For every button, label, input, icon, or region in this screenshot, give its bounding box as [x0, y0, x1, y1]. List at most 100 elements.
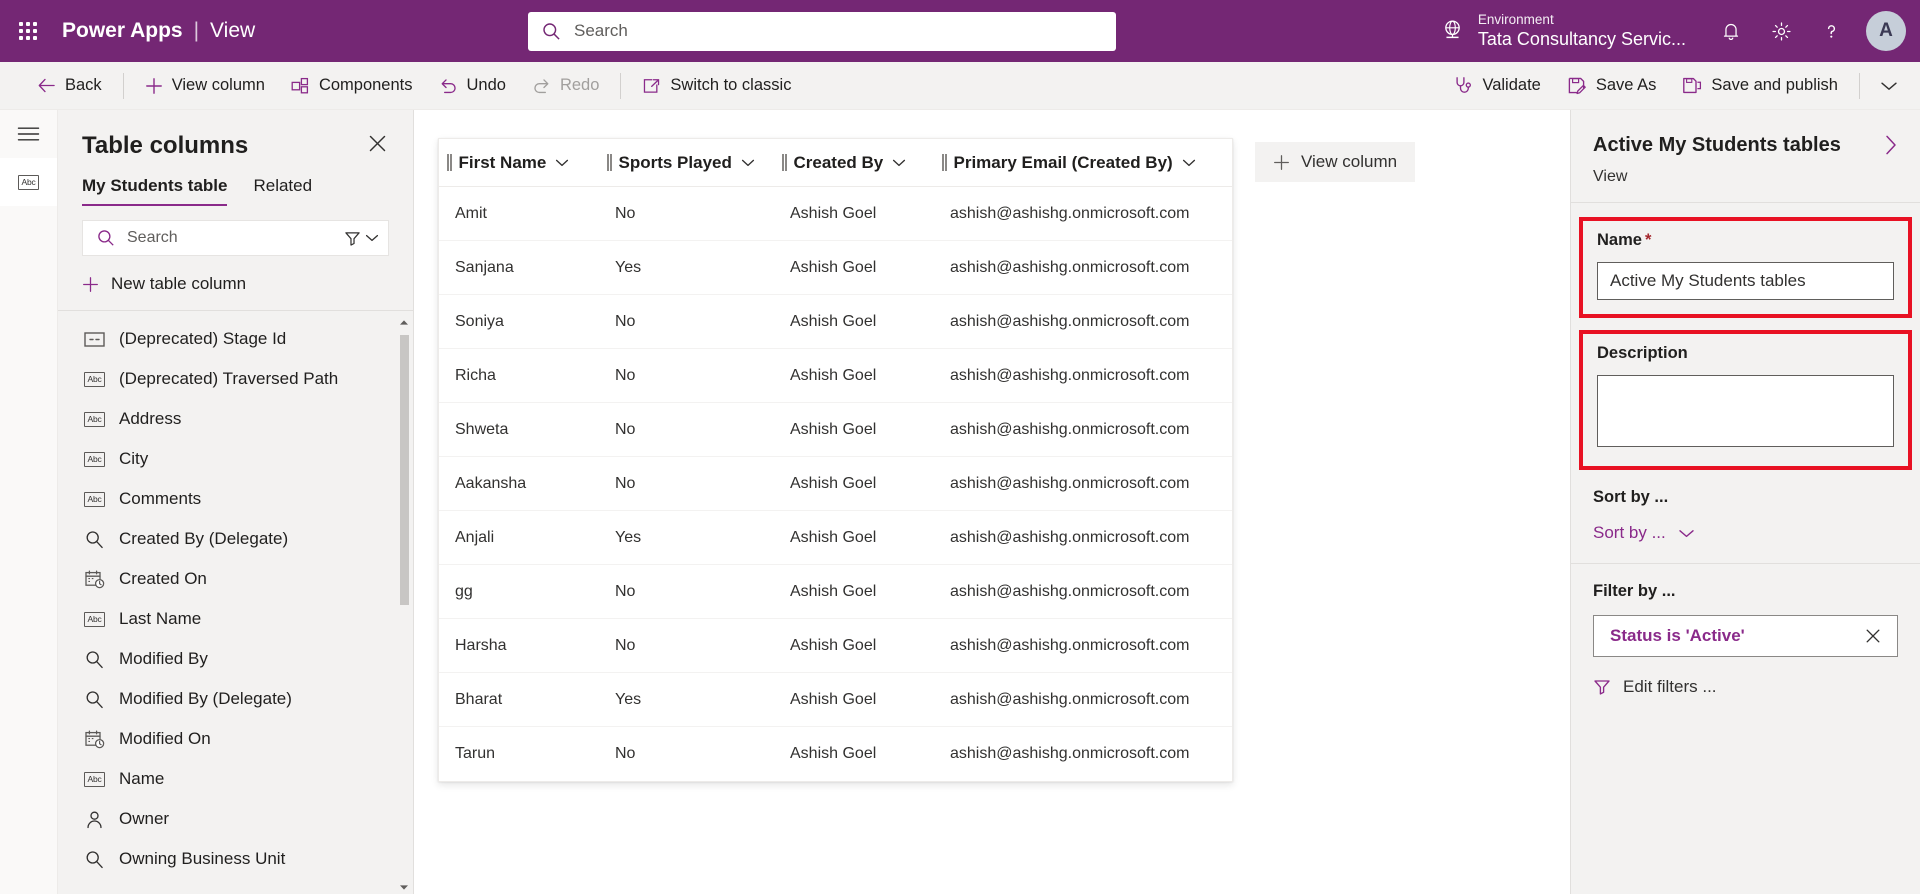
remove-filter-button[interactable] [1861, 624, 1885, 648]
grid-column-header[interactable]: Created By [774, 139, 934, 186]
command-divider-3 [1859, 72, 1860, 99]
column-list-item[interactable]: Created By (Delegate) [58, 519, 413, 559]
columns-search[interactable] [82, 220, 389, 256]
sort-by-dropdown[interactable]: Sort by ... [1593, 523, 1898, 543]
grid-cell-primary-email: ashish@ashishg.onmicrosoft.com [950, 204, 1190, 222]
help-button[interactable] [1806, 0, 1856, 62]
waffle-icon [19, 22, 37, 40]
grid-row[interactable]: Richa No Ashish Goel ashish@ashishg.onmicro… [439, 349, 1232, 403]
column-list-item[interactable]: Owning Business Unit [58, 839, 413, 879]
save-as-button[interactable]: Save As [1554, 69, 1670, 103]
lookup-icon [84, 850, 105, 869]
grid-column-header[interactable]: Primary Email (Created By) [934, 139, 1232, 186]
grid-row[interactable]: Amit No Ashish Goel ashish@ashishg.onmicros… [439, 187, 1232, 241]
grid-column-header[interactable]: First Name [439, 139, 599, 186]
settings-button[interactable] [1756, 0, 1806, 62]
redo-button[interactable]: Redo [519, 69, 612, 103]
switch-to-classic-button[interactable]: Switch to classic [629, 69, 804, 103]
abc-icon: Abc [84, 771, 105, 787]
column-list-item[interactable]: (Deprecated) Stage Id [58, 319, 413, 359]
undo-button[interactable]: Undo [426, 69, 519, 103]
name-highlight-wrapper: Name * [1571, 203, 1920, 318]
column-list-item[interactable]: Owner [58, 799, 413, 839]
grid-row[interactable]: Sanjana Yes Ashish Goel ashish@ashishg.onmi… [439, 241, 1232, 295]
edit-filters-button[interactable]: Edit filters ... [1593, 677, 1898, 697]
suite-bar-right: Environment Tata Consultancy Servic... A [1420, 0, 1920, 62]
name-input[interactable] [1597, 262, 1894, 300]
grid-cell-created-by: Ashish Goel [790, 582, 877, 600]
global-search[interactable] [528, 11, 1116, 51]
filter-condition-pill[interactable]: Status is 'Active' [1593, 615, 1898, 657]
app-launcher-button[interactable] [0, 0, 56, 62]
tab-related[interactable]: Related [253, 176, 312, 206]
column-list-item[interactable]: Modified On [58, 719, 413, 759]
save-and-publish-button[interactable]: Save and publish [1669, 69, 1851, 103]
view-properties-panel: Active My Students tables View Name* Des… [1570, 110, 1920, 894]
column-list-item[interactable]: Modified By (Delegate) [58, 679, 413, 719]
column-list-item[interactable]: Abc Last Name [58, 599, 413, 639]
close-panel-button[interactable] [366, 132, 389, 155]
search-input[interactable] [574, 21, 1102, 41]
column-list-item[interactable]: Abc Address [58, 399, 413, 439]
grid-cell-sports-played: No [615, 204, 636, 222]
grid-add-view-column-button[interactable]: View column [1255, 142, 1416, 182]
column-drag-handle-icon[interactable] [782, 154, 787, 171]
column-drag-handle-icon[interactable] [447, 154, 452, 171]
grid-row[interactable]: gg No Ashish Goel ashish@ashishg.onmicrosof… [439, 565, 1232, 619]
grid-cell-created-by: Ashish Goel [790, 258, 877, 276]
grid-row[interactable]: Bharat Yes Ashish Goel ashish@ashishg.onmic… [439, 673, 1232, 727]
column-list-item-label: Comments [119, 489, 202, 508]
command-overflow-button[interactable] [1868, 69, 1910, 103]
grid-column-header[interactable]: Sports Played [599, 139, 774, 186]
column-list-item[interactable]: Abc City [58, 439, 413, 479]
add-view-column-button[interactable]: View column [132, 69, 278, 103]
grid-row[interactable]: Soniya No Ashish Goel ashish@ashishg.onmicr… [439, 295, 1232, 349]
brand[interactable]: Power Apps | View [62, 19, 255, 43]
back-button[interactable]: Back [24, 69, 115, 103]
chevron-down-icon[interactable] [555, 158, 569, 168]
user-avatar[interactable]: A [1866, 11, 1906, 51]
scroll-down-arrow[interactable] [397, 880, 411, 894]
filter-condition-text: Status is 'Active' [1610, 626, 1745, 645]
rail-item-hamburger[interactable] [0, 110, 57, 158]
grid-row[interactable]: Harsha No Ashish Goel ashish@ashishg.onmicr… [439, 619, 1232, 673]
grid-row[interactable]: Anjali Yes Ashish Goel ashish@ashishg.onmic… [439, 511, 1232, 565]
column-list-item[interactable]: Modified By [58, 639, 413, 679]
description-input[interactable] [1597, 375, 1894, 447]
grid-cell-sports-played: No [615, 474, 636, 492]
grid-row[interactable]: Aakansha No Ashish Goel ashish@ashishg.onmi… [439, 457, 1232, 511]
chevron-down-icon[interactable] [1182, 158, 1196, 168]
components-button[interactable]: Components [278, 69, 426, 103]
column-drag-handle-icon[interactable] [942, 154, 947, 171]
column-list-item[interactable]: Abc Name [58, 759, 413, 799]
new-table-column-button[interactable]: New table column [58, 256, 413, 310]
column-list-item[interactable]: Created On [58, 559, 413, 599]
grid-row[interactable]: Shweta No Ashish Goel ashish@ashishg.onmicr… [439, 403, 1232, 457]
chevron-down-icon[interactable] [892, 158, 906, 168]
columns-scrollbar[interactable] [397, 315, 411, 894]
column-list-item-label: Address [119, 409, 182, 428]
grid-row[interactable]: Tarun No Ashish Goel ashish@ashishg.onmicro… [439, 727, 1232, 781]
abc-icon: Abc [84, 611, 105, 627]
components-icon [291, 77, 310, 95]
notifications-button[interactable] [1706, 0, 1756, 62]
table-columns-tabs: My Students table Related [58, 160, 413, 206]
expand-properties-button[interactable] [1880, 132, 1902, 158]
sort-by-section: Sort by ... Sort by ... [1571, 470, 1920, 563]
edit-filters-label: Edit filters ... [1623, 677, 1717, 696]
validate-button[interactable]: Validate [1440, 69, 1553, 103]
scroll-up-arrow[interactable] [397, 315, 411, 329]
scrollbar-thumb[interactable] [400, 335, 409, 605]
environment-picker[interactable]: Environment Tata Consultancy Servic... [1420, 11, 1706, 51]
chevron-down-icon [1880, 80, 1898, 92]
chevron-down-icon[interactable] [741, 158, 755, 168]
rail-item-table-columns[interactable]: Abc [0, 158, 57, 206]
columns-filter-button[interactable] [334, 230, 389, 247]
columns-search-input[interactable] [127, 229, 334, 247]
tab-my-students-table[interactable]: My Students table [82, 176, 228, 206]
column-list-item[interactable]: Abc (Deprecated) Traversed Path [58, 359, 413, 399]
grid-cell-primary-email: ashish@ashishg.onmicrosoft.com [950, 528, 1190, 546]
column-list-item[interactable]: Abc Comments [58, 479, 413, 519]
column-drag-handle-icon[interactable] [607, 154, 612, 171]
grid-cell-first-name: Amit [455, 204, 487, 222]
